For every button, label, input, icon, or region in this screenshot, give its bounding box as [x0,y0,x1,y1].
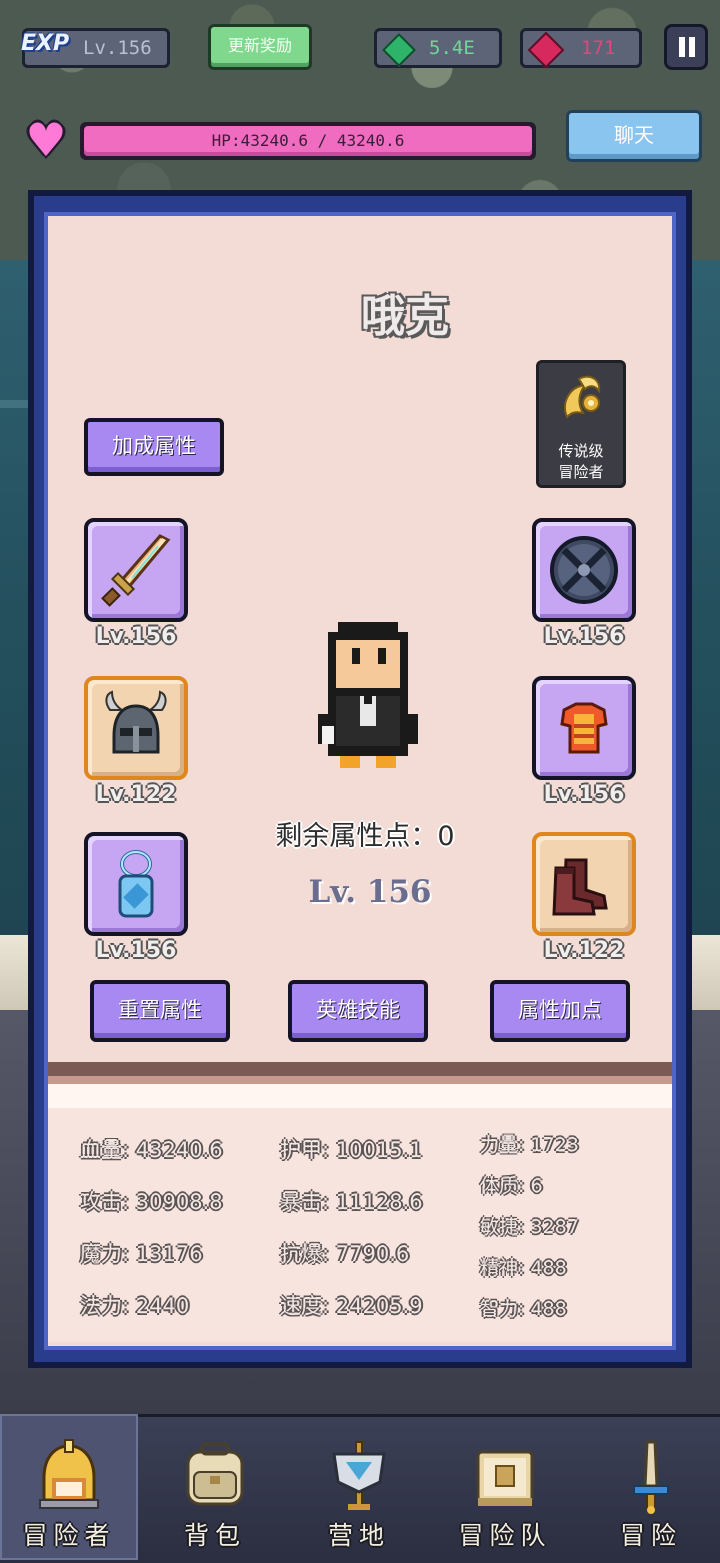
gem-amount: 5.4E [429,37,475,59]
stat-armor: 护甲: 10015.1 [280,1138,423,1162]
weapon-slot[interactable] [84,518,188,622]
nav-team-label: 冒险队 [458,1521,552,1550]
nav-team[interactable]: 冒险队 [436,1414,574,1560]
panel-divider-highlight [48,1084,672,1108]
stat-hp: 血量: 43240.6 [80,1138,223,1162]
sword-adventure-icon [633,1440,669,1514]
player-level: Lv.156 [83,37,152,59]
shield-level: Lv.156 [543,624,625,649]
exp-level-display: EXP Lv.156 [21,28,170,68]
hero-level: Lv. 156 [308,874,432,910]
stat-mana: 法力: 2440 [80,1294,190,1318]
stat-crit-resist: 抗爆: 7790.6 [280,1242,410,1266]
stat-attack: 攻击: 30908.8 [80,1190,223,1214]
team-book-icon [476,1450,534,1506]
nav-camp[interactable]: 营地 [290,1414,428,1560]
nav-adventurer[interactable]: 冒险者 [0,1414,138,1560]
camp-banner-icon [332,1441,386,1510]
hero-skills-button[interactable]: 英雄技能 [288,980,428,1042]
stat-agility: 敏捷: 3287 [480,1216,579,1238]
adventurer-helmet-icon [39,1439,99,1509]
add-attribute-points-button[interactable]: 属性加点 [490,980,630,1042]
legend-emblem-icon [564,375,601,419]
hp-text: HP:43240.6 / 43240.6 [84,126,532,156]
horned-helmet-icon [105,690,167,754]
armor-slot[interactable] [532,676,636,780]
backpack-icon [186,1442,244,1506]
sword-icon [101,534,171,607]
legend-rank-text: 传说级 冒险者 [539,441,623,483]
stat-strength: 力量: 1723 [480,1134,579,1156]
nav-camp-label: 营地 [327,1521,390,1550]
stat-spirit: 精神: 488 [480,1257,567,1279]
reset-attributes-button[interactable]: 重置属性 [90,980,230,1042]
panel-divider [48,1062,672,1076]
stat-speed: 速度: 24205.9 [280,1294,423,1318]
boots-slot[interactable] [532,832,636,936]
remaining-attribute-points: 剩余属性点：0 [275,821,455,852]
heart-icon: ♥ [25,113,67,167]
weapon-level: Lv.156 [95,624,177,649]
legend-rank-line1: 传说级 [558,442,604,460]
ruby-currency: 171 [520,28,642,69]
stat-intelligence: 智力: 488 [480,1298,567,1320]
nav-adventurer-label: 冒险者 [22,1521,116,1550]
amulet-level: Lv.156 [95,938,177,963]
boots-level: Lv.122 [543,938,625,963]
hp-bar: HP:43240.6 / 43240.6 [80,122,536,160]
legend-rank-line2: 冒险者 [558,463,604,481]
bonus-attributes-button[interactable]: 加成属性 [84,418,224,476]
nav-backpack-label: 背包 [183,1521,246,1550]
stat-crit: 暴击: 11128.6 [280,1190,423,1214]
stat-magic-power: 魔力: 13176 [80,1242,203,1266]
legend-rank-badge[interactable]: 传说级 冒险者 [536,360,626,488]
shield-slot[interactable] [532,518,636,622]
helmet-level: Lv.122 [95,782,177,807]
gem-currency: 5.4E [374,28,502,68]
nav-adventure-label: 冒险 [619,1521,682,1550]
ruby-amount: 171 [581,37,616,59]
nav-adventure[interactable]: 冒险 [582,1414,720,1560]
armor-level: Lv.156 [543,782,625,807]
boots-icon [552,858,608,916]
amulet-icon [118,850,154,918]
panel-divider-shade [48,1076,672,1084]
armor-icon [560,702,608,754]
stat-constitution: 体质: 6 [480,1175,543,1197]
pause-button[interactable] [664,24,708,70]
emerald-icon [382,33,416,67]
round-shield-icon [550,536,618,604]
hero-name: 哦克 [361,291,449,342]
nav-backpack[interactable]: 背包 [146,1414,284,1560]
chat-button[interactable]: 聊天 [566,110,702,162]
helmet-slot[interactable] [84,676,188,780]
hero-sprite [318,622,418,768]
update-reward-button[interactable]: 更新奖励 [208,24,312,70]
ruby-icon [527,31,565,69]
exp-logo: EXP [21,31,70,56]
amulet-slot[interactable] [84,832,188,936]
